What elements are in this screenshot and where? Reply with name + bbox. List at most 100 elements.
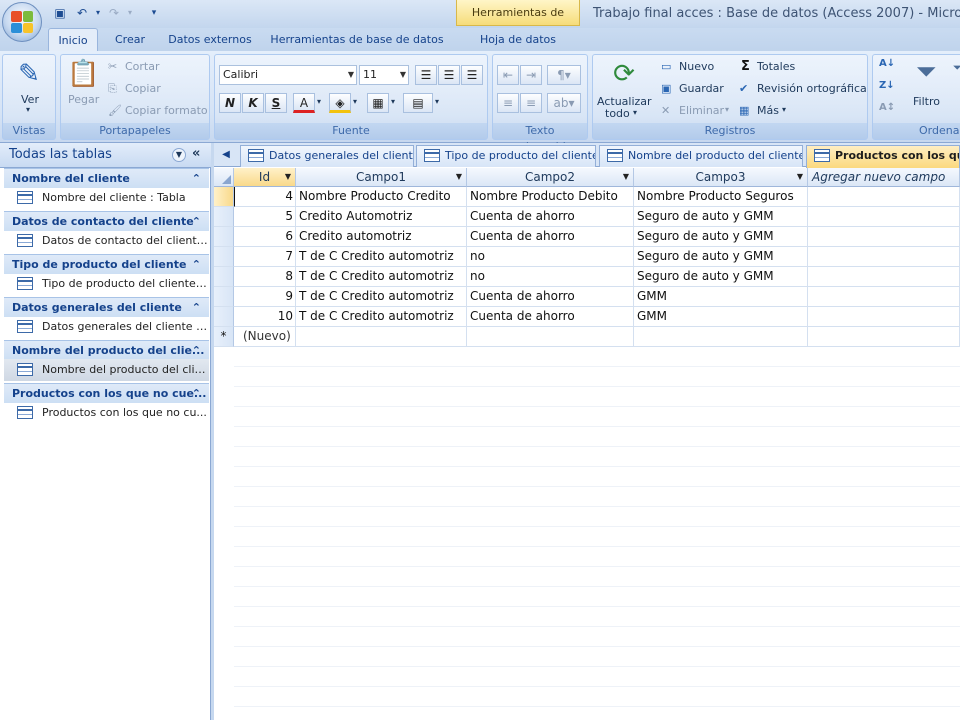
table-cell[interactable]: Seguro de auto y GMM bbox=[634, 207, 808, 227]
cell-id[interactable]: 6 bbox=[234, 227, 296, 247]
mas-button[interactable]: Más bbox=[757, 104, 779, 117]
table-cell[interactable] bbox=[808, 187, 960, 207]
select-all-corner[interactable] bbox=[214, 168, 234, 187]
scroll-tabs-left-icon[interactable]: ◀ bbox=[218, 147, 234, 163]
redo-dropdown-icon[interactable]: ▾ bbox=[122, 5, 138, 21]
sort-ascending-icon[interactable]: A↓ bbox=[879, 58, 895, 69]
collapse-group-icon[interactable]: ⌃ bbox=[192, 298, 201, 317]
table-cell[interactable] bbox=[808, 227, 960, 247]
column-filter-icon[interactable]: ▼ bbox=[285, 168, 291, 186]
italic-button[interactable]: K bbox=[242, 93, 264, 113]
nav-group-nombre-producto[interactable]: Nombre del producto del clie... ⌃ bbox=[4, 340, 209, 360]
font-color-button[interactable]: A bbox=[293, 93, 315, 113]
alternate-fill-dropdown-icon[interactable]: ▾ bbox=[435, 97, 439, 106]
doc-tab-datos-generales[interactable]: Datos generales del cliente bbox=[240, 145, 414, 167]
undo-dropdown-icon[interactable]: ▾ bbox=[90, 5, 106, 21]
table-cell[interactable]: GMM bbox=[634, 287, 808, 307]
table-cell[interactable]: Cuenta de ahorro bbox=[467, 287, 634, 307]
undo-icon[interactable]: ↶ bbox=[74, 5, 90, 21]
row-selector[interactable] bbox=[214, 287, 234, 307]
navigation-pane-header[interactable]: Todas las tablas ▼ « bbox=[0, 143, 211, 168]
todo-label[interactable]: todo bbox=[605, 107, 630, 120]
collapse-nav-icon[interactable]: « bbox=[192, 146, 200, 161]
cell-id[interactable]: 9 bbox=[234, 287, 296, 307]
align-left-icon[interactable]: ☰ bbox=[415, 65, 437, 85]
table-cell[interactable] bbox=[296, 327, 467, 347]
column-filter-icon[interactable]: ▼ bbox=[797, 168, 803, 186]
copiar-button[interactable]: Copiar bbox=[125, 82, 161, 95]
tab-herramientas-bd[interactable]: Herramientas de base de datos bbox=[266, 28, 448, 52]
table-cell[interactable]: Seguro de auto y GMM bbox=[634, 267, 808, 287]
alternate-fill-icon[interactable]: ▤ bbox=[403, 93, 433, 113]
column-header-add-field[interactable]: Agregar nuevo campo bbox=[808, 168, 960, 187]
table-cell[interactable] bbox=[808, 207, 960, 227]
table-cell[interactable]: Seguro de auto y GMM bbox=[634, 227, 808, 247]
tab-crear[interactable]: Crear bbox=[106, 28, 154, 52]
nav-group-datos-generales[interactable]: Datos generales del cliente ⌃ bbox=[4, 297, 209, 317]
nav-group-datos-contacto[interactable]: Datos de contacto del cliente ⌃ bbox=[4, 211, 209, 231]
doc-tab-tipo-producto[interactable]: Tipo de producto del cliente bbox=[416, 145, 596, 167]
doc-tab-nombre-producto[interactable]: Nombre del producto del cliente bbox=[599, 145, 803, 167]
nav-item-productos-no[interactable]: Productos con los que no cu... bbox=[4, 402, 209, 424]
table-cell[interactable]: Credito automotriz bbox=[296, 227, 467, 247]
clear-sort-icon[interactable]: A↕ bbox=[879, 102, 895, 113]
row-selector[interactable] bbox=[214, 207, 234, 227]
align-center-icon[interactable]: ☰ bbox=[438, 65, 460, 85]
table-cell[interactable] bbox=[808, 327, 960, 347]
highlight-icon[interactable]: ab▾ bbox=[547, 93, 581, 113]
doc-tab-productos-no[interactable]: Productos con los que no bbox=[806, 145, 960, 168]
cortar-button[interactable]: Cortar bbox=[125, 60, 160, 73]
eliminar-dropdown-icon[interactable]: ▾ bbox=[725, 105, 729, 114]
table-cell[interactable]: Cuenta de ahorro bbox=[467, 207, 634, 227]
table-cell[interactable] bbox=[808, 307, 960, 327]
fill-color-icon[interactable]: ◈ bbox=[329, 93, 351, 113]
redo-icon[interactable]: ↷ bbox=[106, 5, 122, 21]
cell-id[interactable]: 7 bbox=[234, 247, 296, 267]
copiar-formato-button[interactable]: Copiar formato bbox=[125, 104, 208, 117]
ver-dropdown-icon[interactable]: ▾ bbox=[26, 105, 30, 114]
customize-qat-icon[interactable]: ▾ bbox=[146, 5, 162, 21]
new-row-marker[interactable]: * bbox=[214, 327, 234, 347]
column-filter-icon[interactable]: ▼ bbox=[623, 168, 629, 186]
table-cell[interactable]: no bbox=[467, 247, 634, 267]
collapse-group-icon[interactable]: ⌃ bbox=[192, 255, 201, 274]
column-header-campo2[interactable]: Campo2 ▼ bbox=[467, 168, 634, 187]
font-name-combo[interactable]: Calibri ▼ bbox=[219, 65, 357, 85]
office-button[interactable] bbox=[2, 2, 42, 42]
table-cell[interactable]: Cuenta de ahorro bbox=[467, 307, 634, 327]
nuevo-button[interactable]: Nuevo bbox=[679, 60, 714, 73]
table-cell[interactable] bbox=[467, 327, 634, 347]
revision-ortografica-button[interactable]: Revisión ortográfica bbox=[757, 82, 867, 95]
collapse-group-icon[interactable]: ⌃ bbox=[192, 212, 201, 231]
nav-item-datos-contacto[interactable]: Datos de contacto del cliente... bbox=[4, 230, 209, 252]
cell-id[interactable]: 8 bbox=[234, 267, 296, 287]
increase-indent-icon[interactable]: ⇥ bbox=[520, 65, 542, 85]
table-cell[interactable] bbox=[808, 247, 960, 267]
tab-hoja-de-datos[interactable]: Hoja de datos bbox=[470, 28, 566, 52]
collapse-group-icon[interactable]: ⌃ bbox=[192, 341, 201, 360]
row-selector[interactable] bbox=[214, 267, 234, 287]
filtro-button[interactable]: Filtro bbox=[913, 95, 940, 108]
nav-group-tipo-producto[interactable]: Tipo de producto del cliente ⌃ bbox=[4, 254, 209, 274]
table-cell[interactable] bbox=[634, 327, 808, 347]
column-filter-icon[interactable]: ▼ bbox=[456, 168, 462, 186]
table-cell[interactable]: Seguro de auto y GMM bbox=[634, 247, 808, 267]
numbered-list-icon[interactable]: ≡ bbox=[497, 93, 519, 113]
column-header-campo3[interactable]: Campo3 ▼ bbox=[634, 168, 808, 187]
row-selector[interactable] bbox=[214, 227, 234, 247]
table-cell[interactable]: Nombre Producto Credito bbox=[296, 187, 467, 207]
nav-item-nombre-producto[interactable]: Nombre del producto del clie... bbox=[4, 359, 209, 381]
cell-id[interactable]: 5 bbox=[234, 207, 296, 227]
column-header-campo1[interactable]: Campo1 ▼ bbox=[296, 168, 467, 187]
guardar-button[interactable]: Guardar bbox=[679, 82, 724, 95]
tab-inicio[interactable]: Inicio bbox=[48, 28, 98, 52]
collapse-group-icon[interactable]: ⌃ bbox=[192, 384, 201, 403]
table-cell[interactable]: T de C Credito automotriz bbox=[296, 247, 467, 267]
table-cell[interactable]: Cuenta de ahorro bbox=[467, 227, 634, 247]
nav-group-productos-no[interactable]: Productos con los que no cue... ⌃ bbox=[4, 383, 209, 403]
underline-button[interactable]: S bbox=[265, 93, 287, 113]
table-cell[interactable]: Nombre Producto Debito bbox=[467, 187, 634, 207]
font-color-dropdown-icon[interactable]: ▾ bbox=[317, 97, 321, 106]
table-cell[interactable]: Credito Automotriz bbox=[296, 207, 467, 227]
table-cell[interactable]: T de C Credito automotriz bbox=[296, 287, 467, 307]
